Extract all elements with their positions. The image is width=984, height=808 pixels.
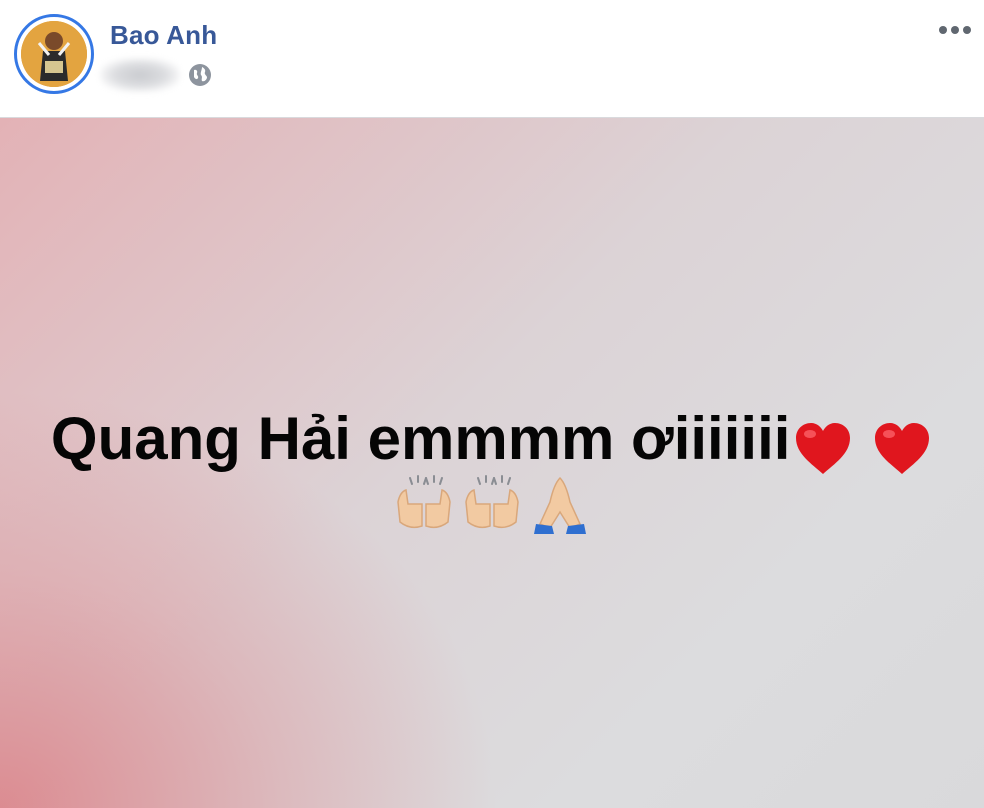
more-options-icon[interactable] <box>936 20 974 40</box>
raising-hands-icon <box>465 475 519 529</box>
facebook-post: Bao Anh Quang Hải emmmm ơiiiiiii <box>0 0 984 808</box>
timestamp-blurred <box>100 58 180 92</box>
folded-hands-icon <box>534 476 587 534</box>
red-heart-icon <box>796 423 851 475</box>
avatar-image <box>21 21 87 87</box>
emoji-line <box>0 474 984 544</box>
author-name[interactable]: Bao Anh <box>110 20 217 51</box>
avatar[interactable] <box>14 14 94 94</box>
status-text-line: Quang Hải emmmm ơiiiiiii <box>0 404 984 479</box>
post-header: Bao Anh <box>0 0 984 118</box>
hearts-emoji-group <box>792 410 933 479</box>
status-background: Quang Hải emmmm ơiiiiiii <box>0 118 984 808</box>
raising-hands-icon <box>396 475 451 529</box>
globe-icon[interactable] <box>187 62 213 88</box>
status-text: Quang Hải emmmm ơiiiiiii <box>50 405 791 472</box>
red-heart-icon <box>875 423 930 475</box>
